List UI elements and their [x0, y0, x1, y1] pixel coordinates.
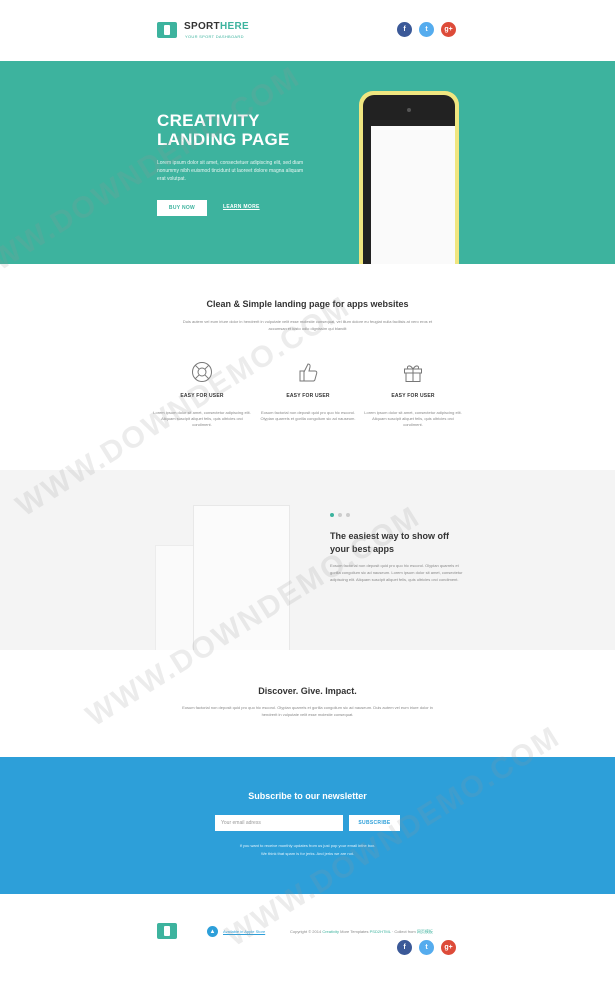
- twitter-icon[interactable]: t: [419, 940, 434, 955]
- facebook-icon[interactable]: f: [397, 22, 412, 37]
- brand-light: HERE: [219, 21, 249, 32]
- feature-item: EASY FOR USER Eosum factorial non deposi…: [258, 360, 358, 422]
- hero-section: CREATIVITY LANDING PAGE Lorem ipsum dolo…: [0, 61, 615, 264]
- carousel-dots: [330, 513, 350, 517]
- newsletter-title: Subscribe to our newsletter: [248, 791, 367, 801]
- feature-name: EASY FOR USER: [391, 393, 435, 399]
- footer-social: f t g+: [397, 940, 456, 955]
- feature-desc: Lorem ipsum dolor sit amet, consectetur …: [153, 410, 251, 427]
- carousel-dot[interactable]: [338, 513, 342, 517]
- hero-title-line2: LANDING PAGE: [157, 130, 290, 149]
- brand-bold: SPORT: [184, 21, 220, 32]
- buy-now-button[interactable]: BUY NOW: [157, 200, 207, 216]
- showcase-section: [0, 470, 615, 650]
- logo-icon[interactable]: [157, 22, 177, 38]
- footer-logo-icon[interactable]: [157, 923, 177, 939]
- feature-item: EASY FOR USER Lorem ipsum dolor sit amet…: [152, 360, 252, 428]
- google-plus-icon[interactable]: g+: [441, 22, 456, 37]
- hero-text: Lorem ipsum dolor sit amet, consectetuer…: [157, 160, 304, 182]
- feature-desc: Eosum factorial non deposit quid pro quo…: [260, 410, 356, 421]
- showcase-text: Eosum factorial non deposit quid pro quo…: [330, 563, 463, 582]
- collect-text: · Collect from: [391, 929, 416, 934]
- email-input[interactable]: [215, 815, 343, 831]
- device-mockup-back: [155, 545, 195, 650]
- device-mockup-front: [193, 505, 290, 650]
- phone-mockup: [359, 91, 459, 264]
- hero-title: CREATIVITY LANDING PAGE: [157, 111, 337, 149]
- feature-item: EASY FOR USER Lorem ipsum dolor sit amet…: [363, 360, 463, 428]
- carousel-dot[interactable]: [346, 513, 350, 517]
- brand-name[interactable]: SPORTHERE: [184, 21, 249, 32]
- facebook-icon[interactable]: f: [397, 940, 412, 955]
- phone-screen: [371, 126, 455, 264]
- discover-title: Discover. Give. Impact.: [258, 686, 357, 696]
- carousel-dot[interactable]: [330, 513, 334, 517]
- header: SPORTHERE YOUR SPORT DASHBOARD f t g+: [0, 0, 615, 61]
- feature-desc: Lorem ipsum dolor sit amet, consectetur …: [364, 410, 462, 427]
- subscribe-button[interactable]: SUBSCRIBE: [349, 815, 400, 831]
- hero-title-line1: CREATIVITY: [157, 111, 260, 130]
- lifebuoy-icon: [190, 360, 214, 384]
- features-subtitle: Duis autem vel eum iriure dolor in hendr…: [182, 319, 433, 331]
- thumbs-up-icon: [296, 360, 320, 384]
- twitter-icon[interactable]: t: [419, 22, 434, 37]
- copyright-tag: PSD2HTML: [369, 929, 391, 934]
- discover-text: Eosum factorial non deposit quid pro quo…: [182, 705, 433, 717]
- google-plus-icon[interactable]: g+: [441, 940, 456, 955]
- collect-link[interactable]: 网页模板: [417, 929, 433, 934]
- showcase-title: The easiest way to show off your best ap…: [330, 531, 450, 554]
- copyright: Copyright © 2014 Creativity More Templat…: [290, 929, 433, 935]
- newsletter-note-line2: We think that spam is for jerks. And jer…: [260, 851, 355, 856]
- apple-store-link[interactable]: Available in Apple Store: [223, 929, 265, 934]
- phone-speaker-icon: [407, 108, 411, 112]
- copyright-rest: More Templates: [340, 929, 369, 934]
- newsletter-note-line1: If you want to receive monthly updates f…: [239, 843, 376, 848]
- brand-tagline: YOUR SPORT DASHBOARD: [185, 34, 244, 39]
- feature-name: EASY FOR USER: [180, 393, 224, 399]
- phone-body: [363, 95, 455, 264]
- feature-name: EASY FOR USER: [286, 393, 330, 399]
- features-title: Clean & Simple landing page for apps web…: [206, 299, 409, 309]
- copyright-text: Copyright © 2014: [290, 929, 322, 934]
- gift-icon: [401, 360, 425, 384]
- apple-icon[interactable]: ▲: [207, 926, 218, 937]
- newsletter-note: If you want to receive monthly updates f…: [200, 842, 415, 858]
- learn-more-link[interactable]: LEARN MORE: [223, 204, 260, 210]
- newsletter-section: Subscribe to our newsletter SUBSCRIBE If…: [0, 757, 615, 894]
- header-social: f t g+: [397, 22, 456, 37]
- copyright-link[interactable]: Creativity: [322, 929, 339, 934]
